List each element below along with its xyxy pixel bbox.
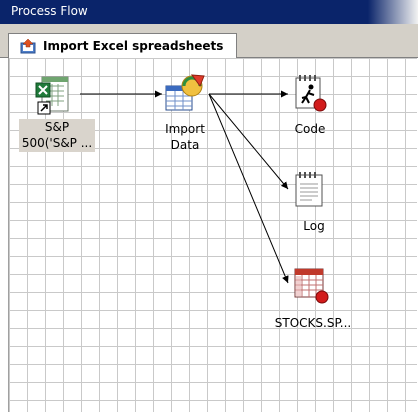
import-label-line2: Data xyxy=(170,138,200,152)
source-label-line1: S&P xyxy=(44,120,70,134)
edge-import-to-log xyxy=(208,93,289,190)
dataset-table-icon xyxy=(294,268,329,304)
source-label-line2: 500('S&P ... xyxy=(21,136,93,150)
excel-shortcut-icon xyxy=(35,76,69,115)
import-data-icon xyxy=(165,74,205,111)
stocks-label: STOCKS.SP... xyxy=(274,316,352,330)
code-label: Code xyxy=(294,122,326,136)
import-label-line1: Import xyxy=(165,122,205,136)
log-label: Log xyxy=(303,219,325,233)
flow-connectors xyxy=(80,90,289,284)
edge-import-to-stocks xyxy=(208,93,289,284)
code-icon xyxy=(295,75,327,112)
log-icon xyxy=(295,172,323,207)
